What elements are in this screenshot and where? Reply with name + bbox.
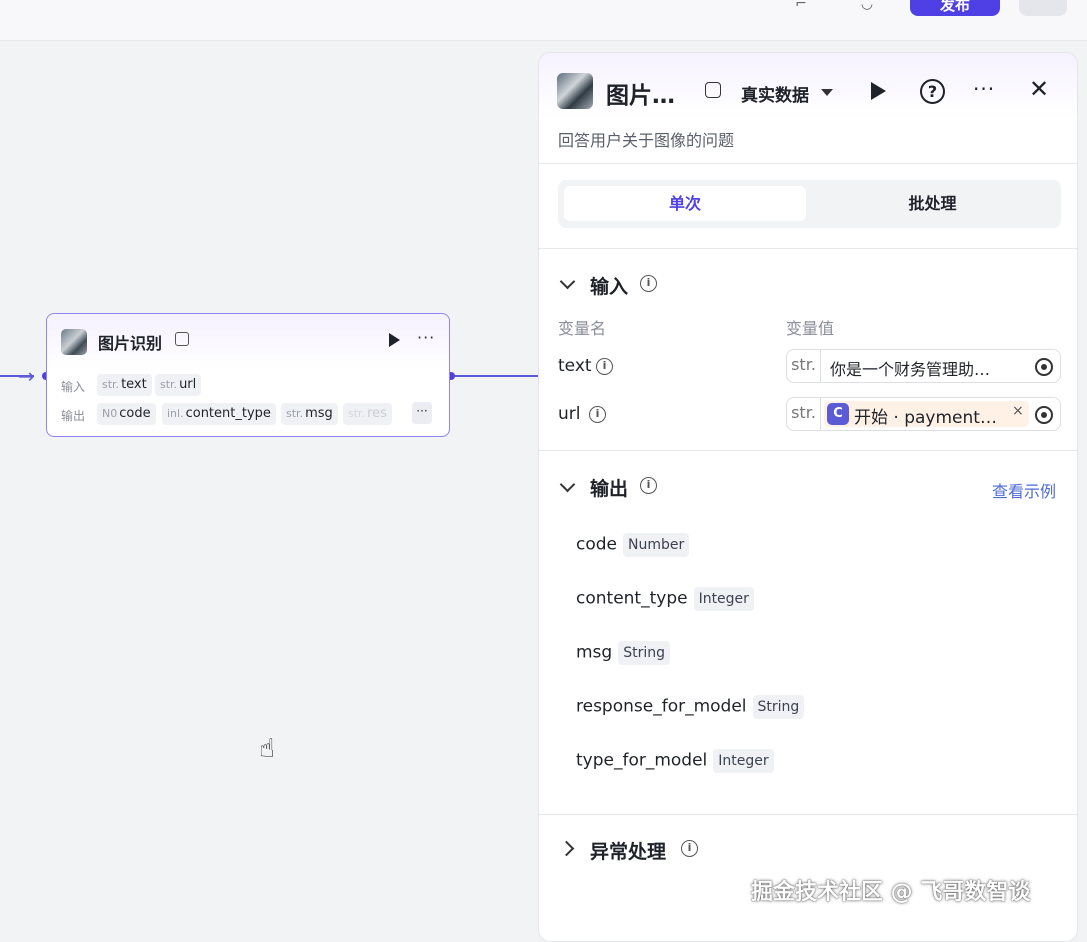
test-tube-icon — [175, 332, 189, 346]
output-field-type: String — [752, 695, 805, 719]
tab-batch[interactable]: 批处理 — [810, 186, 1055, 221]
info-icon[interactable]: i — [589, 406, 606, 423]
toolbar-clock-icon[interactable]: ◡ — [858, 0, 876, 11]
error-handling-section-title[interactable]: 异常处理 — [590, 837, 666, 864]
divider — [539, 814, 1077, 815]
node-output-chip: str. res — [343, 403, 392, 425]
output-field-name: type_for_model — [576, 750, 708, 771]
panel-plugin-icon — [557, 73, 593, 109]
divider — [539, 450, 1077, 451]
output-section-title[interactable]: 输出 — [590, 474, 628, 501]
image-recognition-node[interactable]: 图片识别 ··· 输入 str. text str. url 输出 N0 code i… — [46, 313, 450, 437]
output-field-name: msg — [576, 642, 613, 663]
chevron-down-icon[interactable] — [559, 273, 576, 290]
node-output-chip: str. msg — [281, 403, 338, 425]
run-mode-tabs: 单次 批处理 — [558, 180, 1061, 228]
column-header-name: 变量名 — [558, 319, 607, 338]
info-icon[interactable]: i — [640, 275, 657, 292]
output-field-row: msg String — [576, 641, 670, 667]
hand-grab-icon: ☝ — [259, 734, 275, 764]
node-detail-panel: 图片… 真实数据 ? ··· ✕ 回答用户关于图像的问题 单次 批处理 输入 i… — [538, 52, 1078, 942]
output-field-name: response_for_model — [576, 696, 747, 717]
output-field-type: Number — [623, 533, 690, 557]
variable-reference-icon[interactable] — [1035, 406, 1053, 424]
caret-down-icon[interactable] — [821, 89, 833, 96]
output-field-name: content_type — [576, 588, 688, 609]
panel-description: 回答用户关于图像的问题 — [558, 131, 735, 150]
node-output-label: 输出 — [61, 409, 86, 423]
chevron-down-icon[interactable] — [559, 476, 576, 493]
node-plugin-icon — [61, 329, 87, 355]
variable-reference-label: 开始 · payment… — [854, 408, 997, 428]
remove-icon[interactable]: × — [1012, 403, 1024, 419]
play-icon[interactable] — [871, 82, 886, 100]
outgoing-edge — [455, 375, 539, 377]
node-output-chip: N0 code — [97, 403, 156, 425]
question-icon[interactable]: ? — [920, 79, 945, 104]
play-icon[interactable] — [389, 333, 400, 347]
info-icon[interactable]: i — [640, 477, 657, 494]
more-icon[interactable]: ··· — [417, 328, 435, 347]
input-var-name: text — [558, 356, 592, 376]
output-field-type: Integer — [693, 587, 754, 611]
chevron-right-icon[interactable] — [558, 840, 575, 857]
input-section-title[interactable]: 输入 — [590, 272, 628, 299]
divider — [539, 163, 1077, 164]
input-var-name: url — [558, 404, 581, 424]
divider — [539, 248, 1077, 249]
publish-button[interactable]: 发布 — [910, 0, 1000, 16]
toolbar-icon[interactable]: ⌐ — [792, 0, 810, 11]
more-icon[interactable]: ··· — [973, 77, 995, 101]
tab-single[interactable]: 单次 — [564, 186, 806, 221]
start-node-icon: C — [827, 403, 849, 425]
text-value-field[interactable]: str. 你是一个财务管理助… — [786, 349, 1061, 383]
variable-reference-icon[interactable] — [1035, 358, 1053, 376]
output-field-name: code — [576, 534, 617, 555]
view-example-link[interactable]: 查看示例 — [992, 478, 1056, 502]
test-tube-icon — [705, 82, 721, 98]
data-mode-select[interactable]: 真实数据 — [741, 81, 809, 106]
column-header-value: 变量值 — [786, 319, 835, 338]
panel-title[interactable]: 图片… — [606, 76, 675, 110]
output-field-type: Integer — [713, 749, 774, 773]
output-field-row: response_for_model String — [576, 695, 805, 721]
watermark: 掘金技术社区 @ 飞哥数智谈 — [751, 880, 1031, 905]
output-field-type: String — [618, 641, 670, 665]
info-icon[interactable]: i — [681, 840, 698, 857]
node-input-label: 输入 — [61, 380, 86, 394]
value-text[interactable]: 你是一个财务管理助… — [830, 356, 990, 380]
close-icon[interactable]: ✕ — [1029, 75, 1049, 103]
value-type-label: str. — [787, 398, 821, 430]
url-value-field[interactable]: str. C 开始 · payment… × — [786, 397, 1061, 431]
node-title: 图片识别 — [98, 334, 163, 353]
value-type-label: str. — [787, 350, 821, 382]
node-input-chip: str. url — [155, 374, 202, 396]
output-field-row: code Number — [576, 533, 690, 559]
node-more-outputs-button[interactable]: ··· — [412, 402, 432, 424]
node-output-chip: inl. content_type — [162, 403, 276, 425]
variable-reference-tag[interactable]: C 开始 · payment… × — [824, 401, 1029, 428]
output-field-row: type_for_model Integer — [576, 749, 774, 775]
info-icon[interactable]: i — [596, 358, 613, 375]
node-input-chip: str. text — [97, 374, 152, 396]
toolbar-gray-button[interactable] — [1019, 0, 1067, 16]
arrow-right-icon: → — [18, 364, 35, 388]
top-toolbar: ⌐ ◡ 发布 — [0, 0, 1087, 41]
output-field-row: content_type Integer — [576, 587, 754, 613]
